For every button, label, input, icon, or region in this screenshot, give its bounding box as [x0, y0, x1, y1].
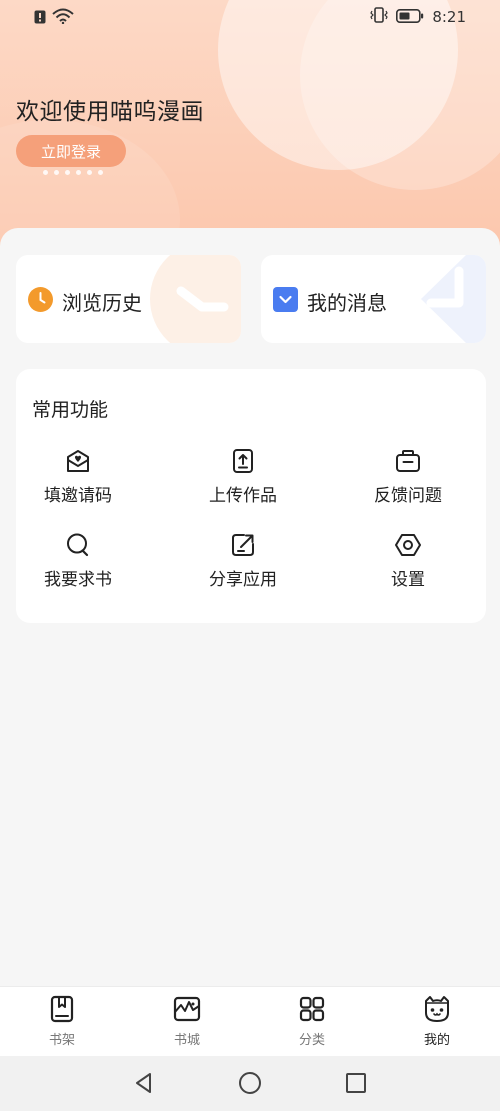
- battery-icon: [396, 8, 424, 27]
- pager-dot: [54, 170, 59, 175]
- upload-work-button[interactable]: 上传作品: [173, 447, 313, 511]
- invite-mail-icon: [64, 447, 92, 475]
- pager-dot: [87, 170, 92, 175]
- tab-label: 分类: [298, 1033, 325, 1048]
- pager-dot: [76, 170, 81, 175]
- invite-code-button[interactable]: 填邀请码: [8, 447, 148, 511]
- welcome-text: 欢迎使用喵呜漫画: [16, 99, 204, 125]
- status-bar: 8:21: [0, 0, 500, 34]
- messages-card[interactable]: 我的消息: [261, 255, 486, 343]
- feedback-button[interactable]: 反馈问题: [338, 447, 478, 511]
- function-label: 我要求书: [44, 570, 112, 590]
- share-icon: [229, 531, 257, 559]
- bottom-tab-bar: 书架 书城 分类 我的: [0, 986, 500, 1056]
- share-app-button[interactable]: 分享应用: [173, 531, 313, 595]
- message-icon: [273, 287, 298, 312]
- bookstore-icon: [173, 995, 201, 1023]
- history-card[interactable]: 浏览历史: [16, 255, 241, 343]
- profile-header: 8:21 欢迎使用喵呜漫画 立即登录: [0, 0, 500, 250]
- settings-button[interactable]: 设置: [338, 531, 478, 595]
- function-label: 上传作品: [209, 486, 277, 506]
- pager-dots: [43, 170, 103, 175]
- cat-profile-icon: [423, 995, 451, 1023]
- function-label: 反馈问题: [374, 486, 442, 506]
- message-decoration: [421, 255, 486, 343]
- upload-icon: [229, 447, 257, 475]
- status-time: 8:21: [432, 8, 466, 26]
- pager-dot: [43, 170, 48, 175]
- function-label: 设置: [391, 570, 425, 590]
- tab-label: 书架: [48, 1033, 75, 1048]
- pager-dot: [65, 170, 70, 175]
- tab-label: 书城: [173, 1033, 200, 1048]
- function-label: 填邀请码: [44, 486, 112, 506]
- login-button[interactable]: 立即登录: [16, 135, 126, 167]
- messages-label: 我的消息: [307, 291, 387, 315]
- system-nav-bar: [0, 1056, 500, 1111]
- vibrate-icon: [370, 7, 389, 27]
- bookshelf-icon: [48, 995, 76, 1023]
- section-title: 常用功能: [32, 399, 109, 421]
- recents-icon[interactable]: [344, 1071, 368, 1095]
- common-functions-card: 常用功能 填邀请码 上传作品 反馈问题 我要求书 分享应用 设置: [16, 369, 486, 623]
- feedback-icon: [394, 447, 422, 475]
- settings-icon: [394, 531, 422, 559]
- home-icon[interactable]: [238, 1071, 262, 1095]
- function-label: 分享应用: [209, 570, 277, 590]
- pager-dot: [98, 170, 103, 175]
- tab-category[interactable]: 分类: [272, 995, 352, 1055]
- tab-label: 我的: [423, 1033, 450, 1048]
- tab-mine[interactable]: 我的: [397, 995, 477, 1055]
- alert-icon: [34, 9, 46, 28]
- category-icon: [298, 995, 326, 1023]
- clock-icon: [28, 287, 53, 312]
- request-book-icon: [64, 531, 92, 559]
- back-icon[interactable]: [132, 1071, 156, 1095]
- tab-bookstore[interactable]: 书城: [147, 995, 227, 1055]
- clock-decoration: [150, 255, 241, 343]
- wifi-icon: [52, 8, 74, 28]
- screen: 8:21 欢迎使用喵呜漫画 立即登录 浏览历史 我的消息 常用功能 填邀请码 上…: [0, 0, 500, 1111]
- request-book-button[interactable]: 我要求书: [8, 531, 148, 595]
- tab-bookshelf[interactable]: 书架: [22, 995, 102, 1055]
- history-label: 浏览历史: [62, 291, 142, 315]
